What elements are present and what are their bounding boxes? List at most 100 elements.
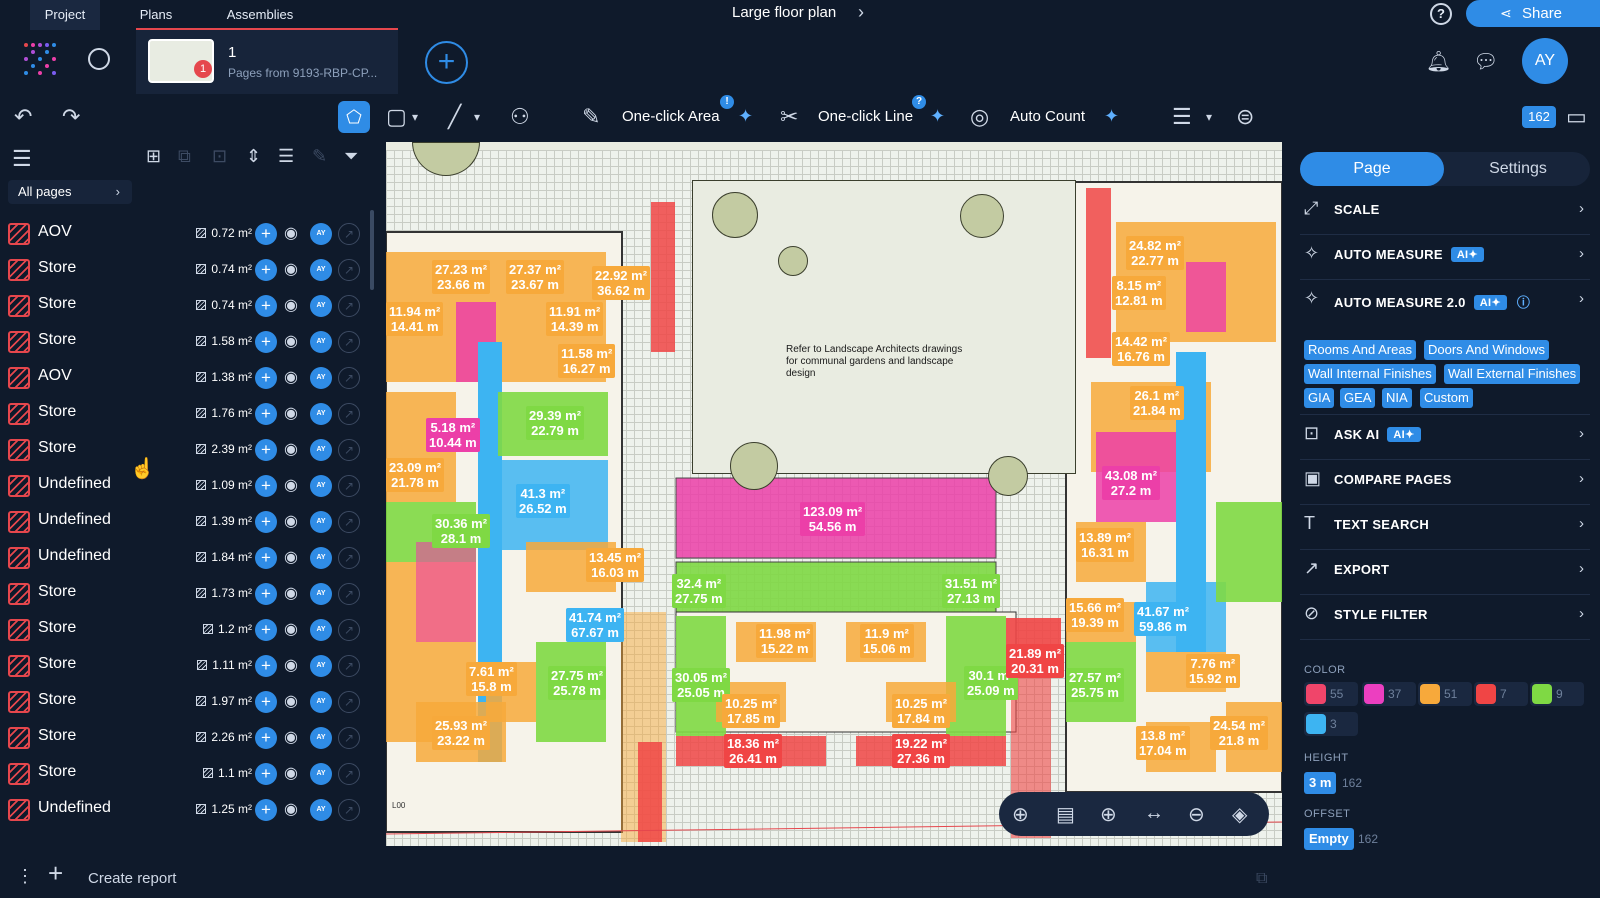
list-item[interactable]: Undefined 1.25 m² + ◉ AY ↗ <box>0 791 376 827</box>
panel-item-auto-measure[interactable]: ✧ AUTO MEASURE AI✦ › <box>1300 235 1590 275</box>
all-pages-dropdown[interactable]: All pages › <box>8 180 132 204</box>
measurement-label[interactable]: 23.09 m² 21.78 m <box>386 458 445 492</box>
count-tool-icon[interactable]: ⚇ <box>510 104 530 130</box>
measurement-label[interactable]: 13.45 m² 16.03 m <box>586 548 645 582</box>
measurement-label[interactable]: 11.94 m² 14.41 m <box>386 302 444 336</box>
measurement-label[interactable]: 10.25 m² 17.84 m <box>892 694 951 728</box>
redo-icon[interactable]: ↷ <box>62 104 80 130</box>
left-scrollbar[interactable] <box>370 210 374 290</box>
measurement-label[interactable]: 30.36 m² 28.1 m <box>432 514 491 548</box>
measurement-label[interactable]: 10.25 m² 17.85 m <box>722 694 781 728</box>
category-chip[interactable]: Custom <box>1420 388 1473 408</box>
assignee-avatar[interactable]: AY <box>310 655 332 677</box>
assignee-avatar[interactable]: AY <box>310 727 332 749</box>
add-button[interactable]: + <box>255 619 277 641</box>
add-button[interactable]: + <box>255 763 277 785</box>
assignee-avatar[interactable]: AY <box>310 331 332 353</box>
eye-icon[interactable]: ◉ <box>284 691 298 711</box>
measurement-label[interactable]: 123.09 m² 54.56 m <box>800 502 866 536</box>
tab-plans[interactable]: Plans <box>136 0 176 30</box>
add-button[interactable]: + <box>255 691 277 713</box>
auto-count-label[interactable]: Auto Count <box>1010 108 1085 125</box>
list-item[interactable]: Store 2.26 m² + ◉ AY ↗ <box>0 719 376 755</box>
zoom-in-icon[interactable]: ⊕ <box>1100 802 1117 827</box>
one-click-line-icon[interactable]: ✂ <box>780 104 798 130</box>
panel-item-scale[interactable]: ⤢ SCALE › <box>1300 190 1590 230</box>
collapse-panel-icon[interactable]: ⧉ <box>1256 870 1267 888</box>
list-item[interactable]: Store 0.74 m² + ◉ AY ↗ <box>0 251 376 287</box>
open-link-icon[interactable]: ↗ <box>338 511 360 533</box>
add-page-button[interactable]: + <box>425 41 468 84</box>
category-chip[interactable]: NIA <box>1382 388 1412 408</box>
rectangle-tool-icon[interactable]: ▢ <box>386 104 407 130</box>
document-title[interactable]: Large floor plan <box>732 4 836 21</box>
list-item[interactable]: Store 1.2 m² + ◉ AY ↗ <box>0 611 376 647</box>
measurement-label[interactable]: 11.91 m² 14.39 m <box>546 302 604 336</box>
color-swatch[interactable]: 51 <box>1418 682 1472 706</box>
measurement-label[interactable]: 24.82 m² 22.77 m <box>1126 236 1185 270</box>
measurement-label[interactable]: 11.98 m² 15.22 m <box>756 624 814 658</box>
one-click-area-icon[interactable]: ✎ <box>582 104 600 130</box>
eye-icon[interactable]: ◉ <box>284 547 298 567</box>
chevron-down-icon[interactable]: ▾ <box>474 110 480 124</box>
measurement-label[interactable]: 41.3 m² 26.52 m <box>516 484 570 518</box>
assignee-avatar[interactable]: AY <box>310 223 332 245</box>
list-item[interactable]: Undefined 1.84 m² + ◉ AY ↗ <box>0 539 376 575</box>
list-item[interactable]: Store 0.74 m² + ◉ AY ↗ <box>0 287 376 323</box>
page-card[interactable]: 1 1 Pages from 9193-RBP-CP... <box>136 30 398 94</box>
measurement-label[interactable]: 41.74 m² 67.67 m <box>566 608 625 642</box>
help-icon[interactable]: ? <box>1430 3 1452 25</box>
measurement-label[interactable]: 13.89 m² 16.31 m <box>1076 528 1135 562</box>
tab-settings[interactable]: Settings <box>1446 152 1590 186</box>
panel-item-compare-pages[interactable]: ▣ COMPARE PAGES › <box>1300 460 1590 500</box>
eye-icon[interactable]: ◉ <box>284 259 298 279</box>
add-button[interactable]: + <box>255 331 277 353</box>
search-icon[interactable] <box>88 48 110 70</box>
measurement-label[interactable]: 19.22 m² 27.36 m <box>892 734 951 768</box>
open-link-icon[interactable]: ↗ <box>338 439 360 461</box>
list-icon[interactable]: ☰ <box>1172 104 1192 130</box>
open-link-icon[interactable]: ↗ <box>338 619 360 641</box>
panel-item-auto-measure-2-0[interactable]: ✧ AUTO MEASURE 2.0 AI✦ ⓘ › <box>1300 280 1590 320</box>
eye-icon[interactable]: ◉ <box>284 655 298 675</box>
measurement-label[interactable]: 8.15 m² 12.81 m <box>1112 276 1166 310</box>
app-logo-icon[interactable] <box>24 43 56 75</box>
eye-icon[interactable]: ◉ <box>284 583 298 603</box>
measurement-label[interactable]: 24.54 m² 21.8 m <box>1210 716 1269 750</box>
category-chip[interactable]: Rooms And Areas <box>1304 340 1417 360</box>
eye-icon[interactable]: ◉ <box>284 367 298 387</box>
list-item[interactable]: Store 1.1 m² + ◉ AY ↗ <box>0 755 376 791</box>
measurement-label[interactable]: 32.4 m² 27.75 m <box>672 574 726 608</box>
comment-icon[interactable]: ⊜ <box>1236 104 1254 130</box>
measurement-label[interactable]: 27.23 m² 23.66 m <box>432 260 491 294</box>
assignee-avatar[interactable]: AY <box>310 763 332 785</box>
add-button[interactable]: + <box>255 511 277 533</box>
list-item[interactable]: Store 2.39 m² + ◉ AY ↗ <box>0 431 376 467</box>
eye-icon[interactable]: ◉ <box>284 295 298 315</box>
open-link-icon[interactable]: ↗ <box>338 223 360 245</box>
measurement-label[interactable]: 22.92 m² 36.62 m <box>592 266 651 300</box>
add-button[interactable]: + <box>255 367 277 389</box>
filter-icon[interactable]: ⏷ <box>344 146 358 167</box>
list-item[interactable]: AOV 1.38 m² + ◉ AY ↗ <box>0 359 376 395</box>
open-link-icon[interactable]: ↗ <box>338 403 360 425</box>
color-swatch[interactable]: 55 <box>1304 682 1358 706</box>
panel-item-text-search[interactable]: T TEXT SEARCH › <box>1300 505 1590 545</box>
list-item[interactable]: Undefined 1.09 m² + ◉ AY ↗ <box>0 467 376 503</box>
measurement-label[interactable]: 11.9 m² 15.06 m <box>860 624 914 658</box>
measurement-label[interactable]: 13.8 m² 17.04 m <box>1136 726 1190 760</box>
color-swatch[interactable]: 7 <box>1474 682 1528 706</box>
list-item[interactable]: Undefined 1.39 m² + ◉ AY ↗ <box>0 503 376 539</box>
offset-value-chip[interactable]: Empty <box>1304 828 1354 850</box>
one-click-line-label[interactable]: One-click Line <box>818 108 913 125</box>
eye-icon[interactable]: ◉ <box>284 331 298 351</box>
eye-icon[interactable]: ◉ <box>284 475 298 495</box>
assignee-avatar[interactable]: AY <box>310 691 332 713</box>
user-avatar[interactable]: AY <box>1522 38 1568 84</box>
new-folder-icon[interactable]: ⊞ <box>146 146 161 167</box>
sort-icon[interactable]: ☰ <box>278 146 294 167</box>
open-link-icon[interactable]: ↗ <box>338 727 360 749</box>
assignee-avatar[interactable]: AY <box>310 403 332 425</box>
list-item[interactable]: Store 1.97 m² + ◉ AY ↗ <box>0 683 376 719</box>
assignee-avatar[interactable]: AY <box>310 511 332 533</box>
